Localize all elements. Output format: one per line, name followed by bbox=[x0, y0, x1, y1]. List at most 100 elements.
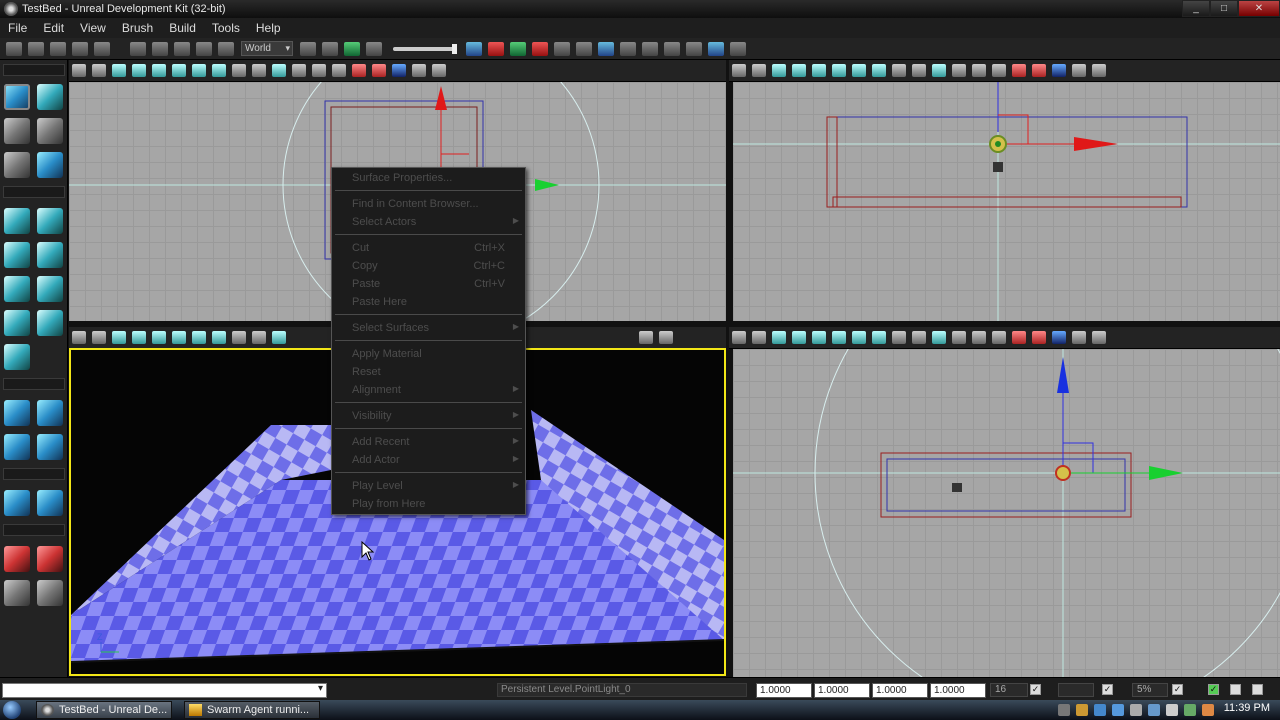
coord-system-select[interactable]: World bbox=[241, 41, 293, 56]
menu-item-select-actors[interactable]: Select Actors ▶ bbox=[352, 216, 519, 230]
move-icon[interactable] bbox=[752, 64, 766, 77]
new-icon[interactable] bbox=[6, 41, 22, 56]
cone-brush-icon[interactable] bbox=[37, 208, 63, 234]
menu-brush[interactable]: Brush bbox=[114, 21, 161, 35]
menu-item-play-from-here[interactable]: Play from Here bbox=[352, 498, 519, 512]
front-viewport[interactable] bbox=[733, 349, 1280, 677]
tray-display-icon[interactable] bbox=[1112, 704, 1124, 716]
autosave-icon[interactable]: ✓ bbox=[1208, 684, 1219, 695]
menu-item-find-in-content-browser[interactable]: Find in Content Browser... bbox=[352, 198, 519, 212]
lighting-only-icon[interactable] bbox=[212, 64, 226, 77]
tray-tool-icon[interactable] bbox=[1076, 704, 1088, 716]
sheet-brush-icon[interactable] bbox=[37, 276, 63, 302]
lit-icon[interactable] bbox=[172, 331, 186, 344]
viewport-options-icon[interactable] bbox=[732, 64, 746, 77]
viewport-options-icon[interactable] bbox=[72, 331, 86, 344]
detail-lighting-icon[interactable] bbox=[192, 331, 206, 344]
close-button[interactable]: ✕ bbox=[1238, 0, 1280, 17]
game-view-icon[interactable] bbox=[952, 331, 966, 344]
shader-complexity-icon[interactable] bbox=[252, 64, 266, 77]
menu-item-paste[interactable]: Paste Ctrl+V bbox=[352, 278, 519, 292]
cloud-icon[interactable] bbox=[642, 41, 658, 56]
unlit-icon[interactable] bbox=[812, 64, 826, 77]
lit-icon[interactable] bbox=[832, 331, 846, 344]
wireframe-icon[interactable] bbox=[772, 64, 786, 77]
unlit-icon[interactable] bbox=[812, 331, 826, 344]
csg-deintersect-icon[interactable] bbox=[37, 434, 63, 460]
menu-item-add-actor[interactable]: Add Actor ▶ bbox=[352, 454, 519, 468]
maximize-viewport-icon[interactable] bbox=[412, 64, 426, 77]
camera-speed-icon[interactable] bbox=[432, 64, 446, 77]
light-icon[interactable] bbox=[620, 41, 636, 56]
menu-tools[interactable]: Tools bbox=[204, 21, 248, 35]
menu-item-cut[interactable]: Cut Ctrl+X bbox=[352, 242, 519, 256]
maximize-viewport-icon[interactable] bbox=[639, 331, 653, 344]
texture-density-icon[interactable] bbox=[932, 331, 946, 344]
undo-icon[interactable] bbox=[94, 41, 110, 56]
eye-icon[interactable] bbox=[992, 64, 1006, 77]
maximize-viewport-icon[interactable] bbox=[1072, 331, 1086, 344]
csg-subtract-icon[interactable] bbox=[37, 400, 63, 426]
shader-complexity-icon[interactable] bbox=[912, 64, 926, 77]
menu-help[interactable]: Help bbox=[248, 21, 289, 35]
layout-icon[interactable] bbox=[708, 41, 724, 56]
brush-wireframe-icon[interactable] bbox=[792, 331, 806, 344]
light-complexity-icon[interactable] bbox=[892, 64, 906, 77]
content-browser-icon[interactable] bbox=[322, 41, 338, 56]
vertex-snap-checkbox[interactable] bbox=[1252, 684, 1263, 695]
start-button[interactable] bbox=[3, 701, 21, 719]
move-icon[interactable] bbox=[752, 331, 766, 344]
taskbar-item-udk[interactable]: TestBed - Unreal De... bbox=[36, 701, 172, 719]
drag-snap-checkbox[interactable] bbox=[1230, 684, 1241, 695]
detail-lighting-icon[interactable] bbox=[192, 64, 206, 77]
save-icon[interactable] bbox=[50, 41, 66, 56]
game-view-icon[interactable] bbox=[952, 64, 966, 77]
minimize-button[interactable]: _ bbox=[1182, 0, 1210, 17]
binoculars-icon[interactable] bbox=[300, 41, 316, 56]
side-view-icon[interactable] bbox=[1052, 64, 1066, 77]
realtime-icon[interactable] bbox=[312, 64, 326, 77]
shader-complexity-icon[interactable] bbox=[252, 331, 266, 344]
open-icon[interactable] bbox=[28, 41, 44, 56]
front-view-icon[interactable] bbox=[1052, 331, 1066, 344]
detail-lighting-icon[interactable] bbox=[852, 64, 866, 77]
rotation-snap-checkbox[interactable]: ✓ bbox=[1102, 684, 1113, 695]
linear-stair-brush-icon[interactable] bbox=[4, 276, 30, 302]
menu-item-alignment[interactable]: Alignment ▶ bbox=[352, 384, 519, 398]
cube-brush-icon[interactable] bbox=[4, 208, 30, 234]
search-icon[interactable] bbox=[664, 41, 680, 56]
camera-speed-icon[interactable] bbox=[1092, 64, 1106, 77]
select-mode-icon[interactable] bbox=[130, 41, 146, 56]
brush-wireframe-icon[interactable] bbox=[792, 64, 806, 77]
menu-edit[interactable]: Edit bbox=[35, 21, 72, 35]
build-all-icon[interactable] bbox=[554, 41, 570, 56]
terrain-mode-icon[interactable] bbox=[4, 118, 30, 144]
tray-network-icon[interactable] bbox=[1094, 704, 1106, 716]
game-view-icon[interactable] bbox=[292, 64, 306, 77]
drag-value-field[interactable]: 1.0000 bbox=[930, 683, 986, 698]
wireframe-icon[interactable] bbox=[112, 64, 126, 77]
spiral-stair-brush-icon[interactable] bbox=[4, 310, 30, 336]
lit-icon[interactable] bbox=[172, 64, 186, 77]
eye-icon[interactable] bbox=[992, 331, 1006, 344]
drag-value-field[interactable]: 1.0000 bbox=[872, 683, 928, 698]
lock-viewport-icon[interactable] bbox=[352, 64, 366, 77]
tray-monitor-icon[interactable] bbox=[1148, 704, 1160, 716]
mesh-paint-mode-icon[interactable] bbox=[4, 152, 30, 178]
texture-align-mode-icon[interactable] bbox=[37, 118, 63, 144]
camera-speed-icon[interactable] bbox=[659, 331, 673, 344]
maximize-button[interactable]: □ bbox=[1210, 0, 1238, 17]
menu-view[interactable]: View bbox=[72, 21, 114, 35]
wireframe-icon[interactable] bbox=[772, 331, 786, 344]
csg-intersect-icon[interactable] bbox=[4, 434, 30, 460]
texture-density-icon[interactable] bbox=[932, 64, 946, 77]
menu-item-add-recent[interactable]: Add Recent ▶ bbox=[352, 436, 519, 450]
brush-wireframe-icon[interactable] bbox=[132, 331, 146, 344]
grid-snap-checkbox[interactable]: ✓ bbox=[1030, 684, 1041, 695]
perspective-icon[interactable] bbox=[392, 64, 406, 77]
move-icon[interactable] bbox=[92, 64, 106, 77]
tray-sound-icon[interactable] bbox=[1166, 704, 1178, 716]
unlit-icon[interactable] bbox=[152, 331, 166, 344]
texture-density-icon[interactable] bbox=[272, 64, 286, 77]
streaming-icon[interactable] bbox=[1032, 331, 1046, 344]
